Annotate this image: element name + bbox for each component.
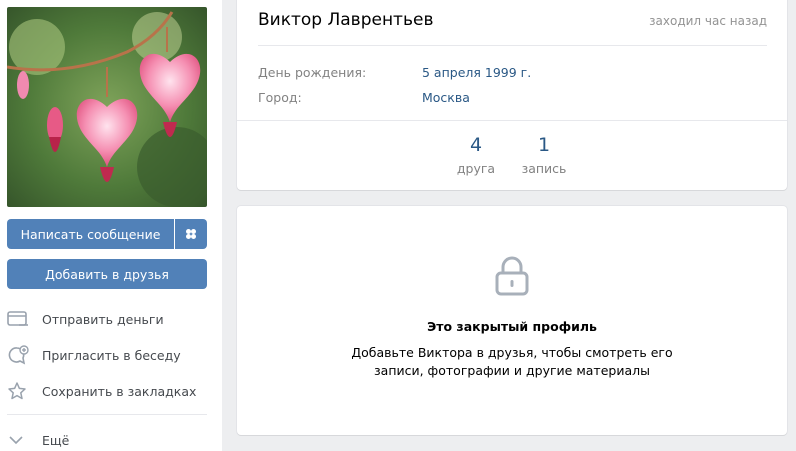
last-seen-status: заходил час назад (649, 14, 767, 28)
posts-caption: запись (521, 161, 567, 176)
star-icon (7, 380, 33, 402)
invite-chat-label: Пригласить в беседу (42, 347, 181, 363)
friends-counter[interactable]: 4 друга (446, 134, 506, 176)
more-label: Ещё (42, 432, 70, 448)
friends-count: 4 (469, 134, 483, 156)
lock-icon (494, 256, 530, 300)
profile-avatar[interactable] (7, 7, 207, 207)
private-profile-title: Это закрытый профиль (427, 319, 597, 334)
send-money-label: Отправить деньги (42, 311, 164, 327)
city-value[interactable]: Москва (422, 90, 470, 105)
header-divider (258, 45, 767, 46)
friends-caption: друга (456, 161, 496, 176)
birthday-value[interactable]: 5 апреля 1999 г. (422, 65, 531, 80)
invite-chat-action[interactable]: Пригласить в беседу (7, 343, 207, 367)
gift-button[interactable] (175, 219, 207, 249)
private-profile-card: Это закрытый профиль Добавьте Виктора в … (237, 206, 787, 435)
profile-info-card: Виктор Лаврентьев заходил час назад День… (237, 0, 787, 190)
left-column: Написать сообщение Добавить в друзья Отп… (0, 0, 222, 451)
posts-count: 1 (537, 134, 551, 156)
write-message-label: Написать сообщение (20, 226, 161, 242)
send-money-action[interactable]: Отправить деньги (7, 307, 207, 331)
private-profile-description: Добавьте Виктора в друзья, чтобы смотрет… (351, 345, 673, 378)
gift-icon (185, 225, 197, 244)
birthday-label: День рождения: (258, 65, 367, 80)
profile-name: Виктор Лаврентьев (258, 10, 434, 30)
more-action[interactable]: Ещё (7, 428, 207, 451)
chevron-down-icon (7, 429, 33, 451)
bookmark-label: Сохранить в закладках (42, 383, 197, 399)
sidebar-divider (7, 414, 207, 415)
money-card-icon (7, 308, 33, 330)
add-friend-button[interactable]: Добавить в друзья (7, 259, 207, 289)
add-friend-label: Добавить в друзья (45, 266, 169, 282)
write-message-button[interactable]: Написать сообщение (7, 219, 174, 249)
bookmark-action[interactable]: Сохранить в закладках (7, 379, 207, 403)
counters-divider (237, 120, 787, 121)
posts-counter[interactable]: 1 запись (514, 134, 574, 176)
chat-invite-icon (7, 344, 33, 366)
city-label: Город: (258, 90, 302, 105)
